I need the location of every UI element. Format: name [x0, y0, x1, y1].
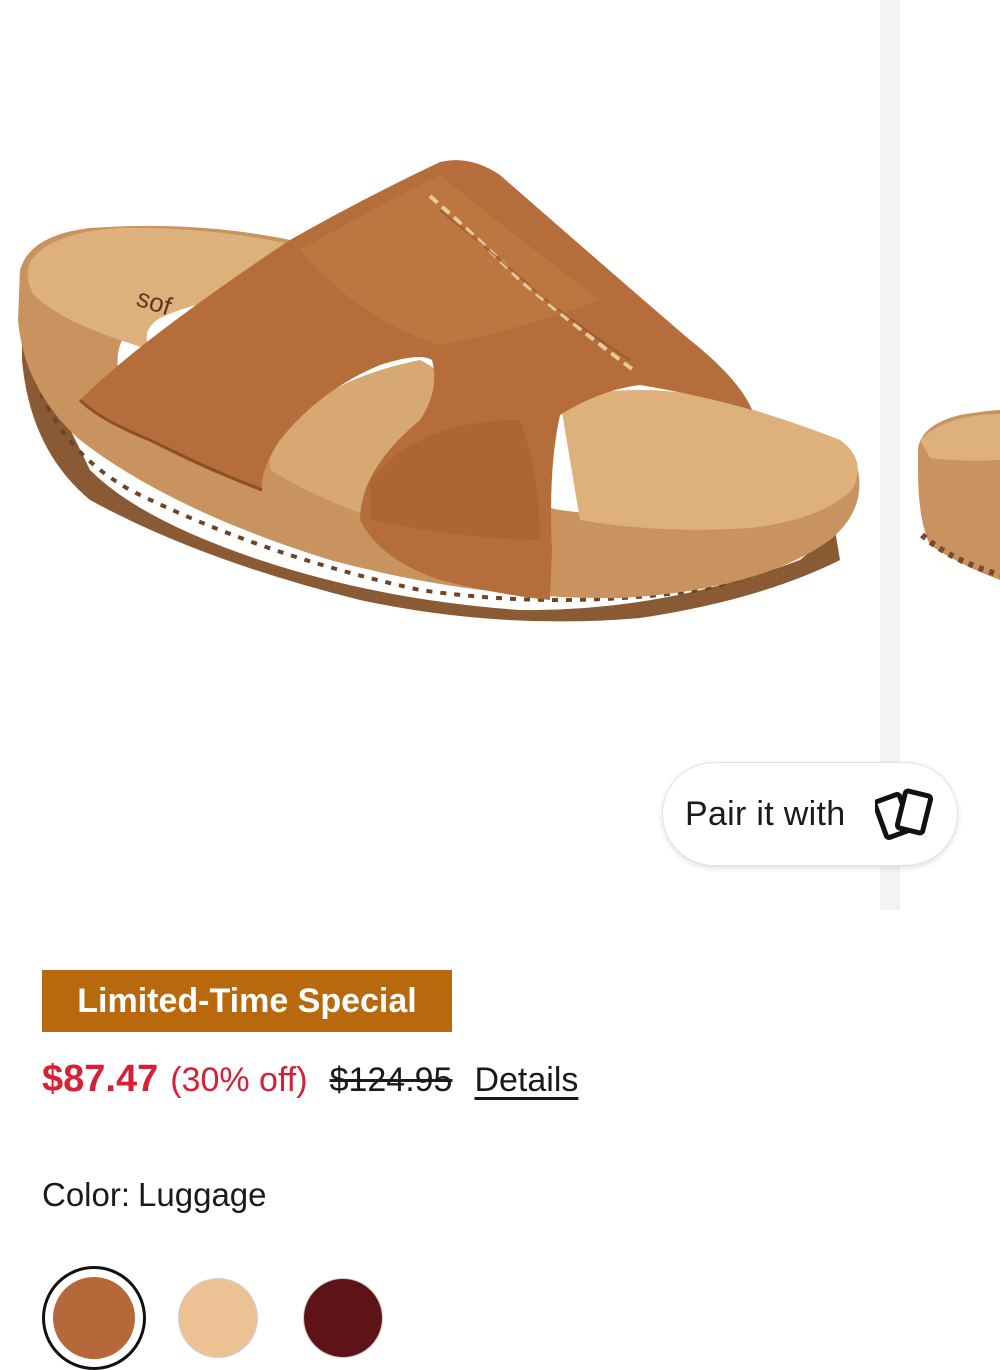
swatch-luggage-fill	[53, 1277, 135, 1359]
selected-color-name: Luggage	[138, 1176, 267, 1213]
color-selection-label: Color: Luggage	[42, 1176, 267, 1214]
pair-it-with-label: Pair it with	[685, 794, 846, 833]
color-swatch-luggage[interactable]	[42, 1266, 146, 1370]
price-row: $87.47 (30% off) $124.95 Details	[42, 1058, 578, 1114]
original-price: $124.95	[329, 1061, 453, 1099]
pair-it-with-button[interactable]: Pair it with	[662, 762, 958, 866]
cards-icon	[875, 788, 934, 840]
sale-price: $87.47	[42, 1058, 159, 1100]
color-label: Color:	[42, 1176, 131, 1213]
discount-percent: (30% off)	[170, 1061, 308, 1099]
color-swatch-beige[interactable]	[178, 1278, 258, 1358]
color-swatch-burgundy[interactable]	[303, 1278, 383, 1358]
details-link[interactable]: Details	[474, 1061, 578, 1100]
limited-time-badge: Limited-Time Special	[42, 970, 452, 1032]
